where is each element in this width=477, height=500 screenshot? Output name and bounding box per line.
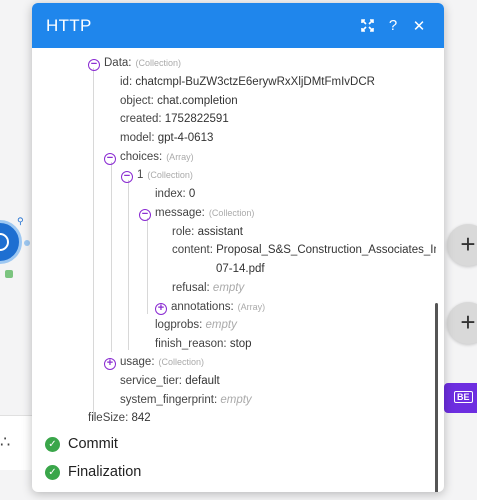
value-text: 842: [131, 412, 151, 424]
check-icon: ✓: [45, 436, 60, 452]
value-text: 0: [188, 188, 196, 200]
key-label: model:: [120, 132, 155, 144]
collapse-icon[interactable]: −: [139, 209, 151, 221]
key-label: usage:: [120, 356, 155, 368]
type-hint: (Collection): [158, 357, 205, 367]
status-label: Finalization: [68, 464, 142, 480]
type-hint: (Collection): [208, 208, 255, 218]
key-label: 1: [137, 169, 144, 181]
check-icon: ✓: [45, 464, 60, 480]
tree-row-model: model: gpt-4-0613: [120, 129, 213, 147]
empty-value: empty: [212, 282, 245, 294]
tree-row-item-1[interactable]: −1 (Collection): [121, 166, 193, 184]
key-label: index:: [155, 188, 186, 200]
type-hint: (Array): [237, 302, 266, 312]
search-icon: ⚲: [17, 216, 24, 226]
modal-header: HTTP ? ✕: [32, 3, 444, 48]
key-label: annotations:: [171, 301, 234, 313]
tree-row-object: object: chat.completion: [120, 92, 238, 110]
value-text: assistant: [197, 226, 243, 238]
expand-icon[interactable]: +: [155, 303, 167, 315]
key-label: created:: [120, 113, 162, 125]
collapse-icon[interactable]: −: [104, 153, 116, 165]
type-hint: (Array): [166, 152, 194, 162]
add-module-button[interactable]: +: [447, 224, 477, 266]
tree-row-refusal: refusal: empty: [172, 279, 244, 297]
status-commit[interactable]: ✓ Commit: [45, 430, 141, 458]
tree-guide: [111, 162, 112, 352]
tree-row-annotations[interactable]: + annotations: (Array): [155, 298, 265, 316]
type-hint: (Collection): [135, 58, 182, 68]
tree-guide: [93, 68, 94, 420]
status-indicator: [5, 270, 13, 278]
add-module-button-2[interactable]: +: [447, 302, 477, 344]
value-text: chatcmpl-BuZW3ctzE6erywRxXljDMtFmIvDCR: [135, 76, 375, 88]
key-label: role:: [172, 226, 195, 238]
connector-dot: [24, 240, 30, 246]
empty-value: empty: [220, 394, 252, 406]
help-icon[interactable]: ?: [380, 17, 406, 34]
tree-row-created: created: 1752822591: [120, 110, 229, 128]
tree-guide: [128, 180, 129, 350]
key-label: choices:: [120, 151, 163, 163]
tree-row-index: index: 0: [155, 185, 195, 203]
status-label: Commit: [68, 436, 118, 452]
tree-guide: [147, 218, 148, 314]
scrollbar[interactable]: [435, 48, 438, 492]
key-label: logprobs:: [155, 319, 203, 331]
tree-row-content: content: Proposal_S&S_Construction_Assoc…: [172, 241, 436, 259]
empty-value: empty: [205, 319, 237, 331]
key-label: message:: [155, 207, 205, 219]
value-text: 1752822591: [164, 113, 229, 125]
collapse-icon[interactable]: −: [88, 59, 100, 71]
key-label: refusal:: [172, 282, 210, 294]
value-text: gpt-4-0613: [157, 132, 214, 144]
value-text: 07-14.pdf: [216, 263, 265, 275]
scrollbar-thumb[interactable]: [435, 303, 438, 492]
collapse-icon[interactable]: −: [121, 171, 133, 183]
type-hint: (Collection): [147, 170, 193, 180]
tree-row-id: id: chatcmpl-BuZW3ctzE6erywRxXljDMtFmIvD…: [120, 73, 375, 91]
output-tree[interactable]: − Data: (Collection) id: chatcmpl-BuZW3ctz…: [32, 48, 436, 426]
tree-row-data[interactable]: − Data: (Collection): [88, 54, 181, 72]
close-icon[interactable]: ✕: [406, 17, 432, 35]
expand-icon[interactable]: +: [104, 358, 116, 370]
value-text: stop: [229, 338, 252, 350]
globe-icon: [0, 233, 9, 251]
tree-row-finish-reason: finish_reason: stop: [155, 335, 252, 353]
value-text: chat.completion: [157, 95, 238, 107]
tree-row-service-tier: service_tier: default: [120, 372, 220, 390]
status-list: ✓ Commit ✓ Finalization: [45, 430, 141, 486]
key-label: system_fingerprint:: [120, 394, 218, 406]
key-label: service_tier:: [120, 375, 182, 387]
value-text: Proposal_S&S_Construction_Associates_Inc…: [216, 244, 436, 256]
tree-row-content-cont: 07-14.pdf: [216, 260, 265, 278]
key-label: id:: [120, 76, 133, 88]
key-label: object:: [120, 95, 154, 107]
key-label: fileSize:: [88, 412, 129, 424]
run-button-label: BE: [454, 391, 473, 403]
modal-title: HTTP: [46, 15, 92, 35]
share-icon[interactable]: ∴: [0, 432, 10, 452]
tree-row-usage[interactable]: + usage: (Collection): [104, 353, 204, 371]
tree-row-choices[interactable]: − choices: (Array): [104, 148, 194, 166]
modal-body: − Data: (Collection) id: chatcmpl-BuZW3ctz…: [32, 48, 444, 492]
expand-icon[interactable]: [354, 19, 380, 32]
key-label: Data:: [104, 57, 132, 69]
key-label: finish_reason:: [155, 338, 227, 350]
key-label: content:: [172, 244, 213, 256]
run-button[interactable]: BE: [444, 383, 477, 413]
tree-row-system-fingerprint: system_fingerprint: empty: [120, 391, 252, 409]
value-text: default: [185, 375, 220, 387]
status-finalization[interactable]: ✓ Finalization: [45, 458, 141, 486]
tree-row-message[interactable]: − message: (Collection): [139, 204, 254, 222]
tree-row-role: role: assistant: [172, 223, 243, 241]
http-output-modal: HTTP ? ✕ − Data: (Collection) id: chatcmpl…: [32, 3, 444, 492]
tree-row-filesize: fileSize: 842: [88, 409, 151, 426]
tree-row-logprobs: logprobs: empty: [155, 316, 237, 334]
